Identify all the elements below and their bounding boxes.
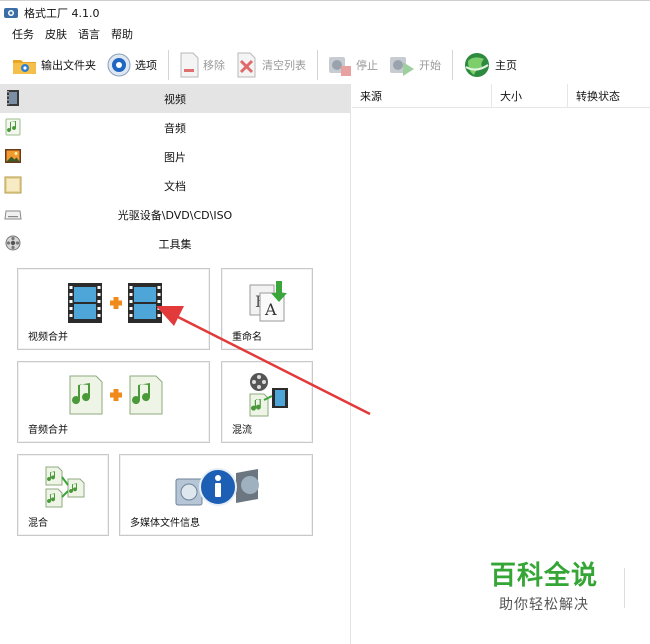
category-document[interactable]: 文档 — [0, 171, 350, 200]
remove-button[interactable]: 移除 — [174, 48, 229, 82]
mix-icon — [44, 465, 88, 512]
category-dvd-cd-iso[interactable]: 光驱设备\DVD\CD\ISO — [0, 200, 350, 229]
tile-label: 视频合并 — [28, 332, 68, 343]
clear-list-button[interactable]: 清空列表 — [231, 48, 310, 82]
menu-language[interactable]: 语言 — [78, 26, 100, 42]
menu-skin[interactable]: 皮肤 — [45, 26, 67, 42]
options-label: 选项 — [135, 59, 157, 72]
tile-label: 混流 — [232, 425, 252, 436]
mux-icon — [246, 372, 292, 421]
category-label: 图片 — [164, 150, 186, 164]
tile-label: 重命名 — [232, 332, 262, 343]
home-button[interactable]: 主页 — [458, 48, 521, 82]
home-label: 主页 — [495, 59, 517, 72]
column-size[interactable]: 大小 — [492, 83, 568, 108]
category-label: 文档 — [164, 179, 186, 193]
menu-bar: 任务 皮肤 语言 帮助 — [0, 24, 144, 44]
divider — [624, 568, 625, 608]
category-label: 音频 — [164, 121, 186, 135]
category-label: 视频 — [164, 92, 186, 106]
document-icon — [4, 176, 22, 194]
tile-label: 混合 — [28, 518, 48, 529]
tile-label: 多媒体文件信息 — [130, 518, 200, 529]
category-label: 光驱设备\DVD\CD\ISO — [117, 208, 233, 222]
column-source[interactable]: 来源 — [352, 83, 492, 108]
start-label: 开始 — [419, 59, 441, 72]
category-label: 工具集 — [158, 237, 192, 251]
tools-icon — [4, 234, 22, 252]
folder-icon — [12, 54, 38, 76]
toolbar: 输出文件夹 选项 移除 清空列表 停止 开始 主页 — [0, 46, 650, 84]
toolbar-separator — [317, 50, 318, 80]
clear-list-label: 清空列表 — [262, 59, 306, 72]
watermark-subtitle: 助你轻松解决 — [499, 597, 589, 613]
task-table-header: 来源 大小 转换状态 — [352, 83, 650, 108]
rename-tile[interactable]: BA 重命名 — [221, 268, 313, 350]
category-picture[interactable]: 图片 — [0, 142, 350, 171]
picture-icon — [4, 147, 22, 165]
window-title: 格式工厂 4.1.0 — [24, 6, 100, 20]
svg-text:A: A — [264, 300, 277, 319]
start-button[interactable]: 开始 — [384, 48, 445, 82]
video-merge-icon — [68, 281, 164, 328]
menu-task[interactable]: 任务 — [12, 26, 34, 42]
stop-button[interactable]: 停止 — [323, 48, 382, 82]
gear-icon — [106, 52, 132, 78]
media-info-tile[interactable]: 多媒体文件信息 — [119, 454, 313, 536]
options-button[interactable]: 选项 — [102, 48, 161, 82]
clear-x-icon — [235, 52, 259, 78]
globe-icon — [462, 51, 492, 79]
menu-help[interactable]: 帮助 — [111, 26, 133, 42]
output-folder-button[interactable]: 输出文件夹 — [8, 48, 100, 82]
mix-tile[interactable]: 混合 — [17, 454, 109, 536]
remove-page-icon — [178, 52, 200, 78]
film-icon — [4, 89, 22, 107]
rename-icon: BA — [248, 279, 288, 326]
audio-merge-tile[interactable]: 音频合并 — [17, 361, 210, 443]
app-icon — [4, 7, 18, 19]
category-video[interactable]: 视频 — [0, 84, 350, 113]
category-audio[interactable]: 音频 — [0, 113, 350, 142]
output-folder-label: 输出文件夹 — [41, 59, 96, 72]
left-panel: 视频 音频 图片 文档 光驱设备\DVD\CD\ISO 工具集 视频合并 A 重… — [0, 84, 351, 644]
toolbar-separator — [452, 50, 453, 80]
watermark: 百科全说 助你轻松解决 — [484, 555, 604, 614]
column-status[interactable]: 转换状态 — [568, 84, 650, 108]
media-info-icon — [174, 463, 264, 512]
video-merge-tile[interactable]: 视频合并 — [17, 268, 210, 350]
title-bar: 格式工厂 4.1.0 — [0, 0, 650, 24]
mux-tile[interactable]: 混流 — [221, 361, 313, 443]
category-tools[interactable]: 工具集 — [0, 229, 350, 258]
remove-label: 移除 — [203, 59, 225, 72]
stop-label: 停止 — [356, 59, 378, 72]
stop-icon — [327, 52, 353, 78]
toolbar-separator — [168, 50, 169, 80]
tile-label: 音频合并 — [28, 425, 68, 436]
disc-drive-icon — [4, 205, 22, 223]
watermark-title: 百科全说 — [489, 561, 598, 591]
start-icon — [388, 52, 416, 78]
audio-merge-icon — [68, 372, 164, 421]
music-note-icon — [4, 118, 22, 136]
